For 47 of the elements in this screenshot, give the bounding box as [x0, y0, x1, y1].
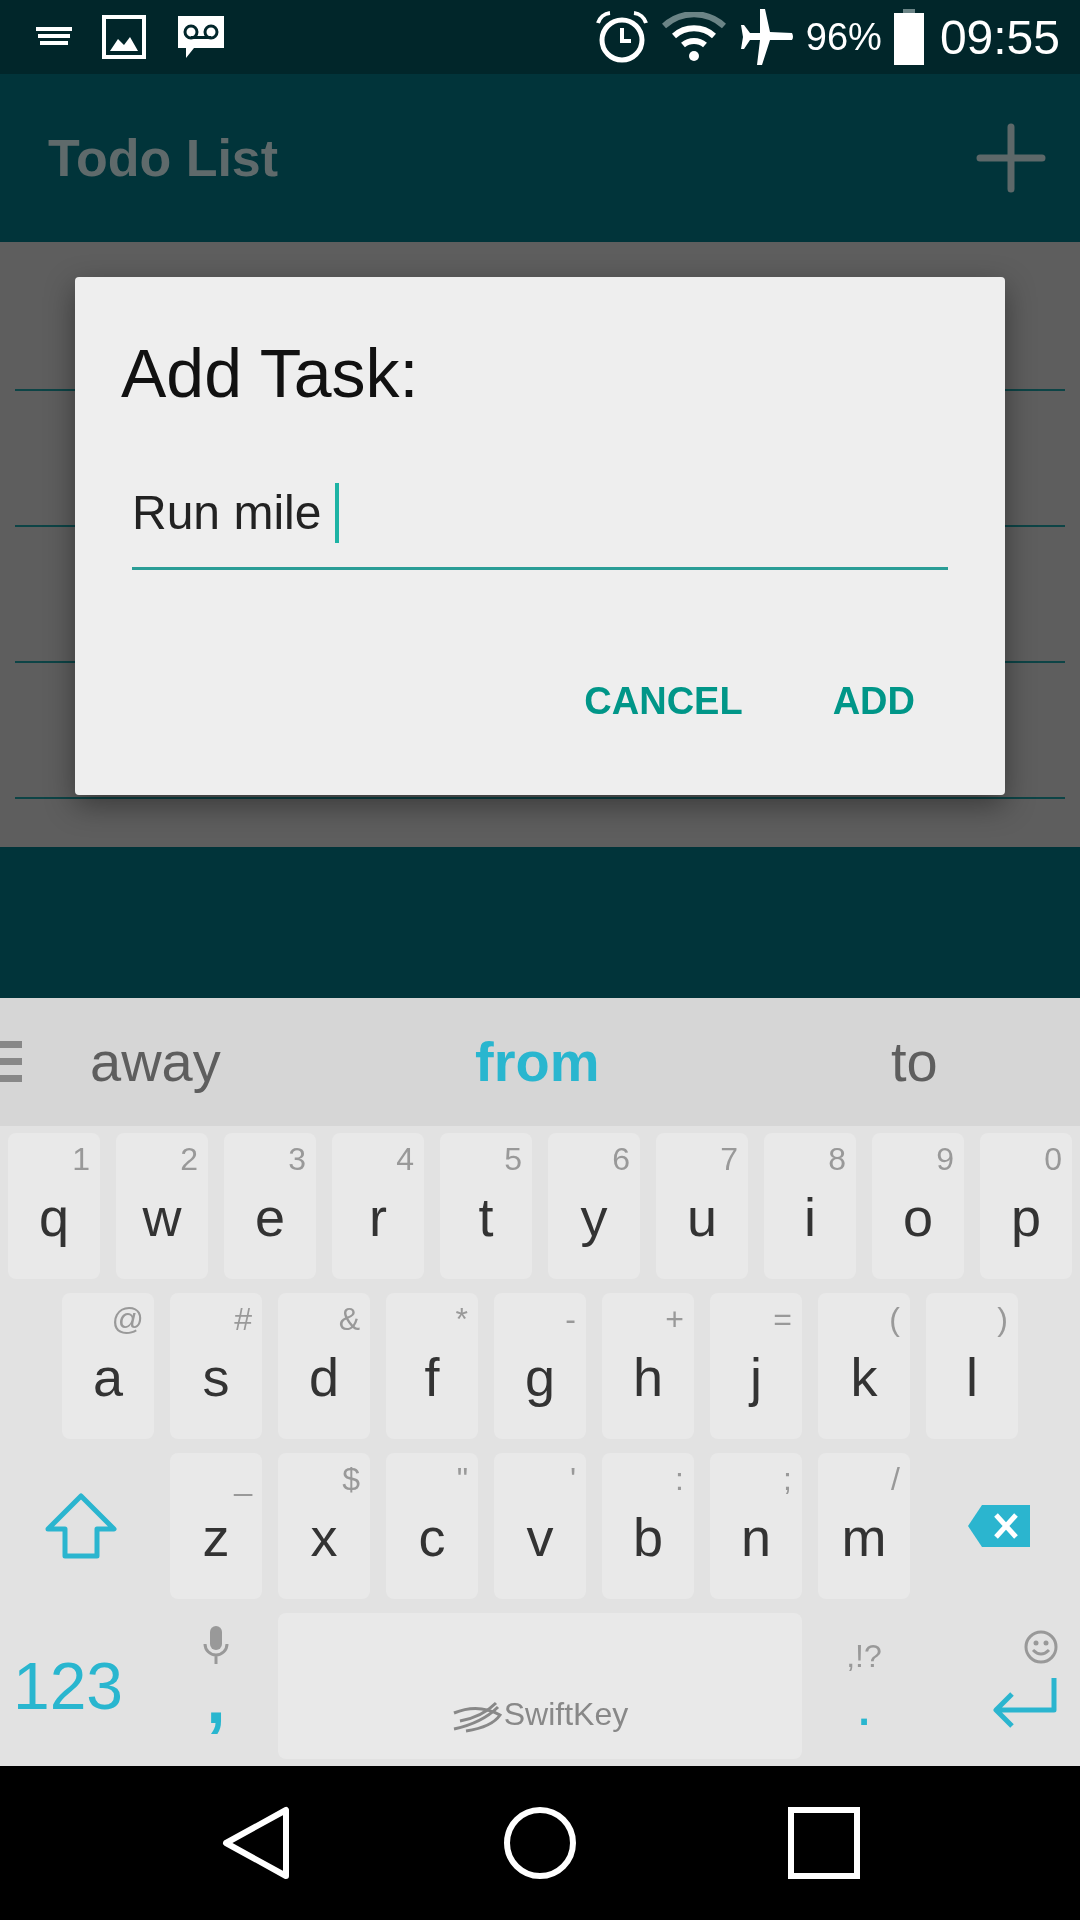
keyboard-key[interactable]: _ z: [170, 1453, 262, 1600]
punctuation-hint: ,!?: [846, 1638, 882, 1676]
recents-icon[interactable]: [788, 1807, 860, 1880]
keyboard-key[interactable]: 7 u: [656, 1133, 748, 1280]
keyboard-key[interactable]: ' v: [494, 1453, 586, 1600]
text-cursor: [335, 483, 340, 544]
keyboard-key[interactable]: # s: [170, 1293, 262, 1440]
keyboard-key[interactable]: 1 q: [8, 1133, 100, 1280]
keyboard-key[interactable]: 0 p: [980, 1133, 1072, 1280]
keyboard-key[interactable]: + h: [602, 1293, 694, 1440]
app-title: Todo List: [48, 128, 279, 189]
keyboard-key[interactable]: 8 i: [764, 1133, 856, 1280]
add-icon[interactable]: [976, 123, 1046, 194]
keyboard-key[interactable]: ( k: [818, 1293, 910, 1440]
keyboard-key[interactable]: 9 o: [872, 1133, 964, 1280]
suggestion-word[interactable]: away: [90, 1028, 221, 1097]
microphone-icon[interactable]: [203, 1626, 229, 1665]
keyboard-key[interactable]: ) l: [926, 1293, 1018, 1440]
keyboard-key[interactable]: 2 w: [116, 1133, 208, 1280]
backspace-icon[interactable]: [968, 1505, 1030, 1548]
swoosh-icon: [451, 1699, 502, 1734]
keyboard-key[interactable]: 5 t: [440, 1133, 532, 1280]
keyboard-key[interactable]: 3 e: [224, 1133, 316, 1280]
keyboard-key[interactable]: = j: [710, 1293, 802, 1440]
clock-time: 09:55: [939, 9, 1060, 65]
image-icon: [102, 15, 146, 60]
keyboard-key[interactable]: / m: [818, 1453, 910, 1600]
keyboard-key[interactable]: $ x: [278, 1453, 370, 1600]
battery-icon: [893, 9, 924, 66]
shift-icon[interactable]: [45, 1493, 117, 1560]
dialog-title: Add Task:: [121, 334, 419, 414]
keyboard-key[interactable]: : b: [602, 1453, 694, 1600]
keyboard-key[interactable]: & d: [278, 1293, 370, 1440]
keyboard-key[interactable]: ; n: [710, 1453, 802, 1600]
home-icon[interactable]: [503, 1806, 577, 1881]
wifi-icon: [661, 12, 726, 63]
keyboard-key[interactable]: * f: [386, 1293, 478, 1440]
battery-percent: 96%: [805, 15, 882, 59]
back-icon[interactable]: [220, 1806, 292, 1881]
task-input-field[interactable]: Run mile: [132, 477, 948, 571]
suggestion-word[interactable]: to: [891, 1028, 938, 1097]
keyboard-key[interactable]: 6 y: [548, 1133, 640, 1280]
keyboard-key[interactable]: 4 r: [332, 1133, 424, 1280]
keyboard-key[interactable]: - g: [494, 1293, 586, 1440]
keyboard-key[interactable]: " c: [386, 1453, 478, 1600]
emoji-icon[interactable]: [1024, 1630, 1058, 1665]
keyboard-key[interactable]: @ a: [62, 1293, 154, 1440]
